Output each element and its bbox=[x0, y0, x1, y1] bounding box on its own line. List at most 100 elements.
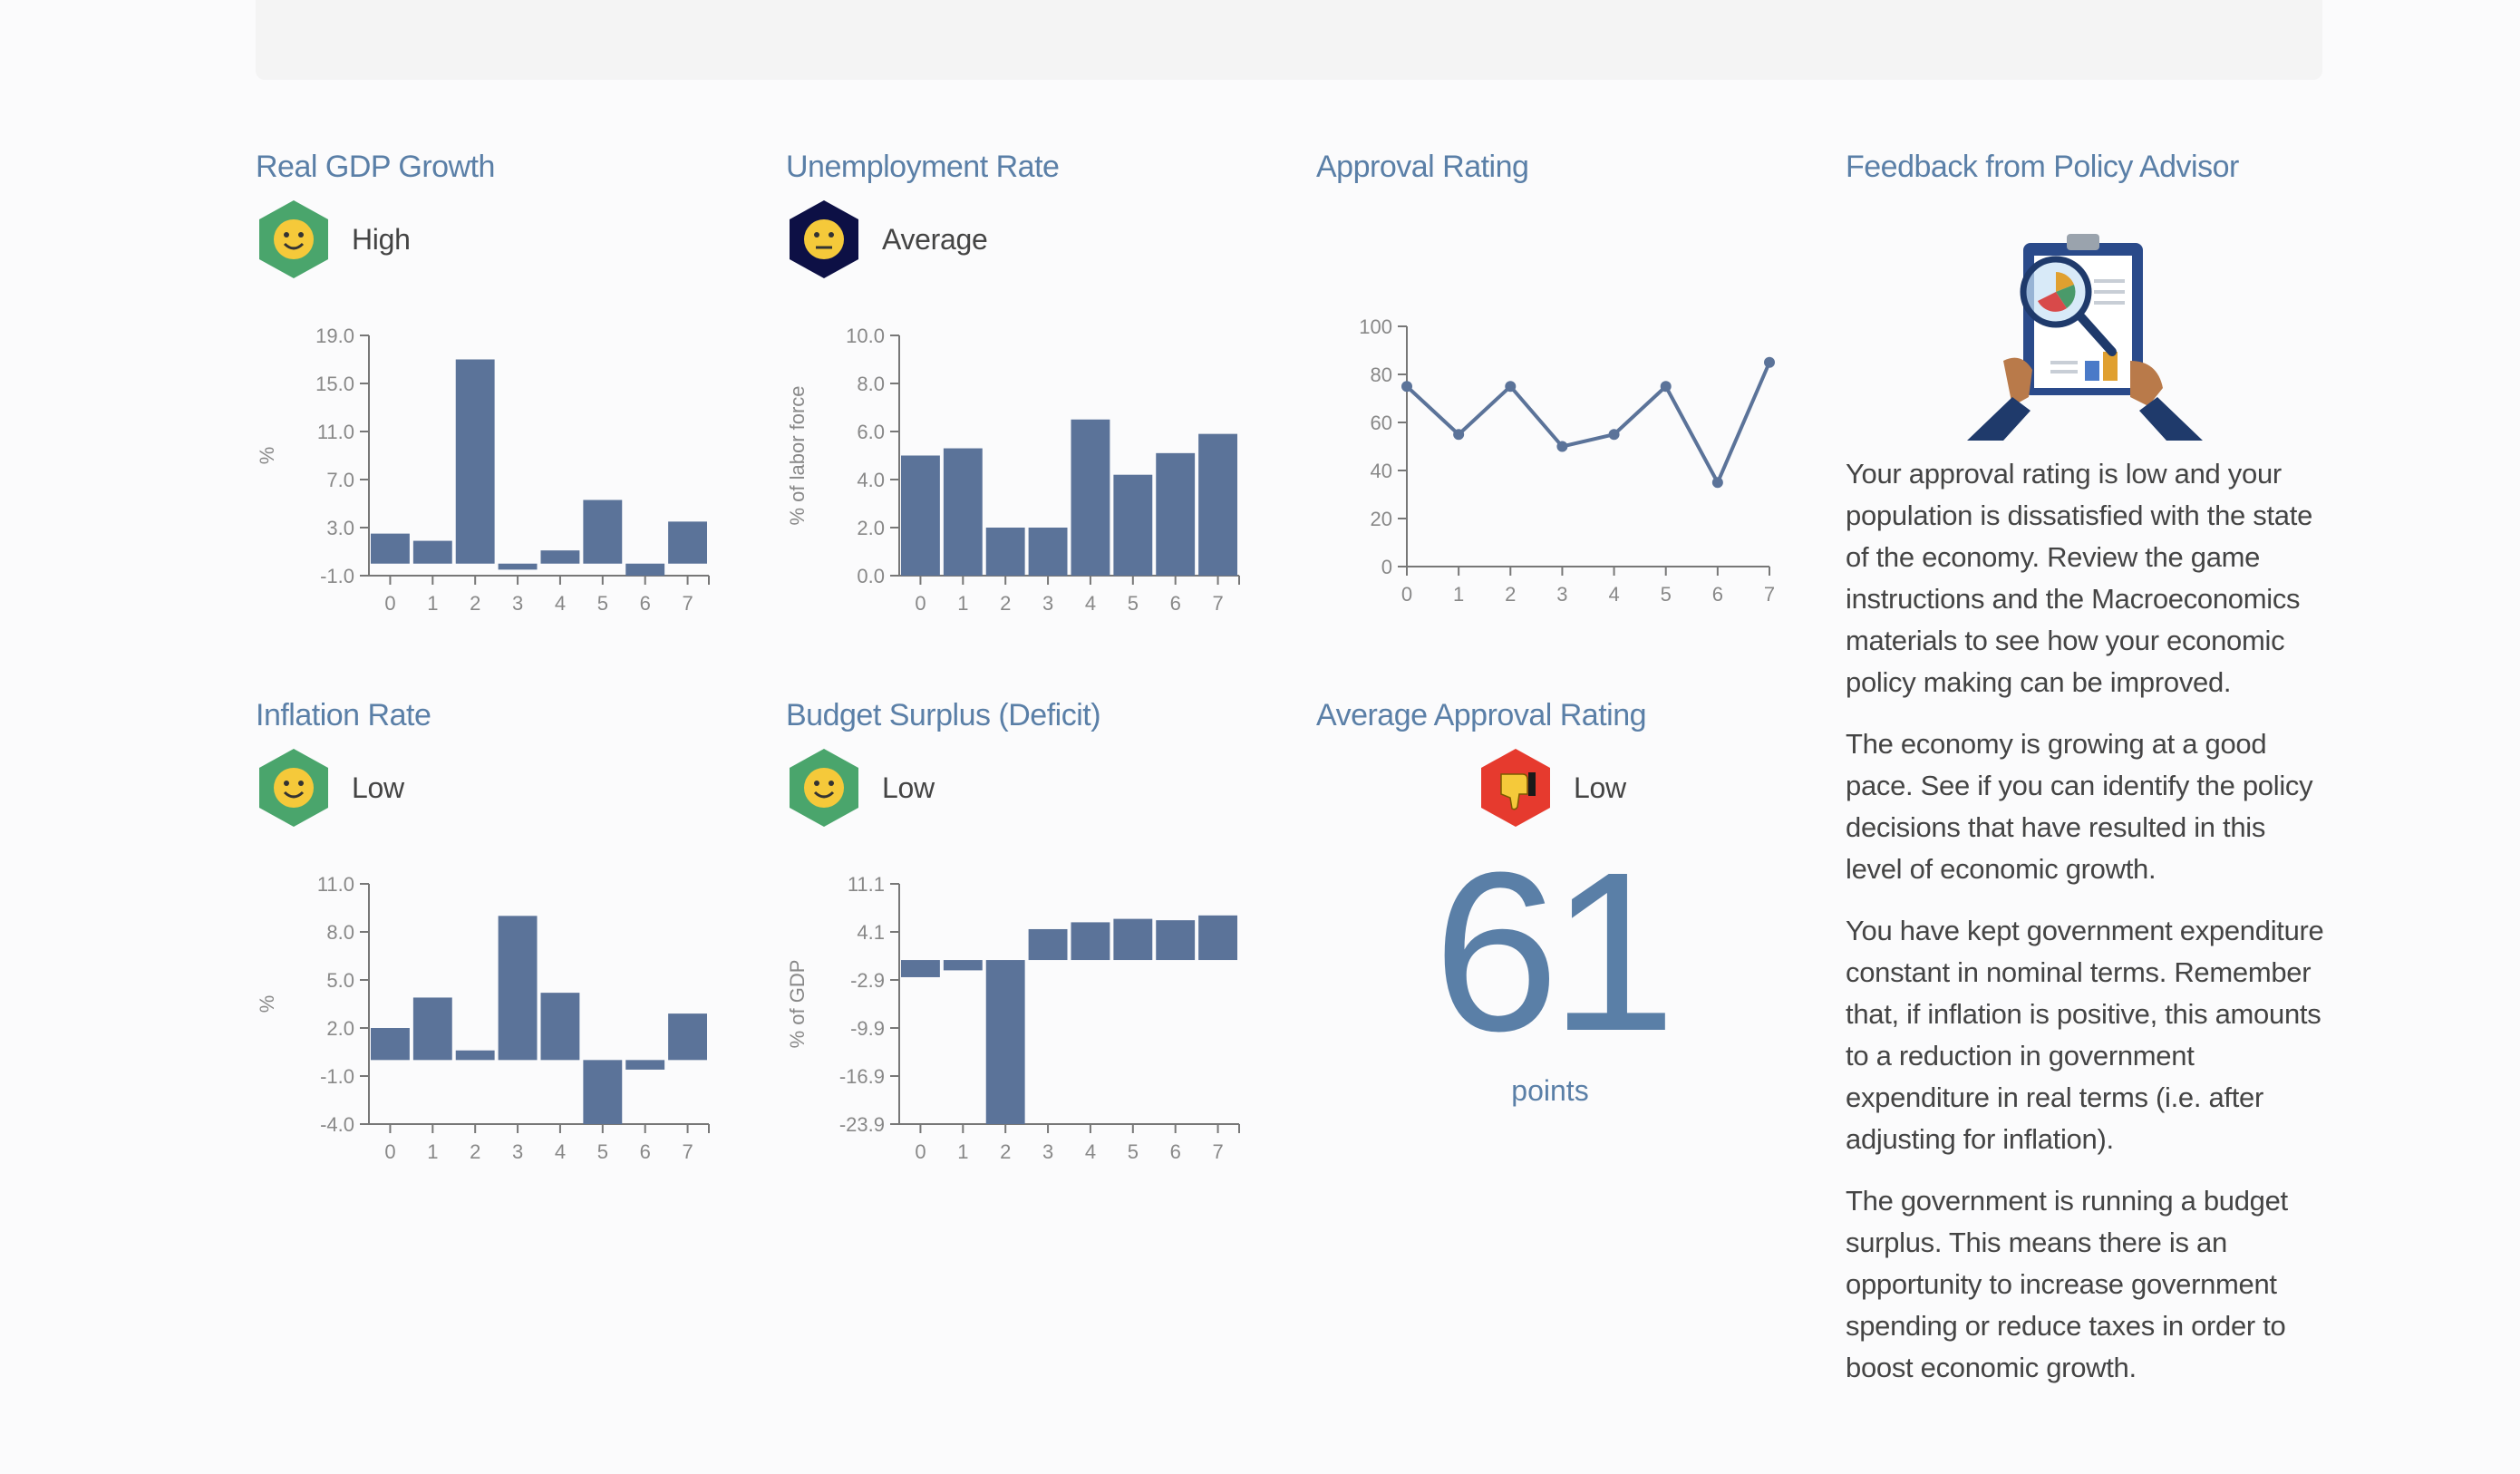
y-tick-label: 80 bbox=[1371, 364, 1392, 386]
x-tick-label: 7 bbox=[682, 592, 693, 615]
x-tick-label: 4 bbox=[1085, 1140, 1096, 1163]
panel-title: Budget Surplus (Deficit) bbox=[786, 698, 1101, 732]
bar bbox=[668, 1013, 707, 1061]
y-axis-label: % bbox=[256, 447, 278, 465]
feedback-title: Feedback from Policy Advisor bbox=[1846, 150, 2239, 184]
data-point bbox=[1401, 381, 1412, 393]
panel-inflation: Inflation Rate Low 11.0 8.0 5.0 2.0 -1.0 -4.0… bbox=[256, 698, 727, 1169]
data-point bbox=[1764, 356, 1775, 368]
x-tick-label: 6 bbox=[640, 592, 651, 615]
x-tick-label: 0 bbox=[915, 592, 926, 615]
y-tick-label: 11.1 bbox=[848, 873, 885, 896]
y-tick-label: 8.0 bbox=[857, 373, 885, 395]
bar bbox=[455, 1050, 495, 1061]
y-tick-label: 40 bbox=[1371, 460, 1392, 482]
data-point bbox=[1556, 441, 1568, 452]
rating-label: Low bbox=[882, 771, 935, 804]
data-point bbox=[1505, 381, 1517, 393]
x-tick-label: 6 bbox=[1170, 1140, 1181, 1163]
y-tick-label: 19.0 bbox=[315, 325, 354, 347]
y-tick-label: 6.0 bbox=[857, 421, 885, 443]
neutral-face-icon bbox=[790, 200, 858, 278]
bar bbox=[668, 521, 707, 564]
x-tick-label: 4 bbox=[555, 592, 566, 615]
bar bbox=[943, 960, 983, 971]
gdp-bar-chart: 19.0 15.0 11.0 7.0 3.0 -1.0% 0 1 2 3 4 5 6 7 bbox=[256, 325, 710, 615]
y-tick-label: 4.1 bbox=[857, 921, 885, 944]
y-tick-label: -2.9 bbox=[850, 969, 885, 992]
x-tick-label: 0 bbox=[1401, 583, 1412, 606]
happy-face-icon bbox=[259, 200, 328, 278]
feedback-paragraph: Your approval rating is low and your pop… bbox=[1846, 458, 2313, 698]
panel-title: Real GDP Growth bbox=[256, 150, 495, 184]
bar bbox=[1198, 915, 1237, 961]
y-tick-label: 20 bbox=[1371, 508, 1392, 530]
y-tick-label: 0.0 bbox=[857, 565, 885, 587]
x-tick-label: 5 bbox=[597, 1140, 608, 1163]
x-tick-label: 7 bbox=[682, 1140, 693, 1163]
bar bbox=[625, 563, 665, 576]
feedback-paragraph: The government is running a budget surpl… bbox=[1846, 1185, 2288, 1383]
y-tick-label: -1.0 bbox=[320, 1065, 354, 1088]
x-tick-label: 2 bbox=[470, 1140, 480, 1163]
y-tick-label: 15.0 bbox=[315, 373, 354, 395]
inflation-bar-chart: 11.0 8.0 5.0 2.0 -1.0 -4.0% 0 1 2 3 4 5 6 7 bbox=[256, 873, 710, 1163]
panel-unemployment: Unemployment Rate Average 10.0 8.0 6.0 4.0 2… bbox=[786, 150, 1257, 621]
average-approval-score: 61 bbox=[1432, 825, 1676, 1078]
x-tick-label: 5 bbox=[597, 592, 608, 615]
bar bbox=[371, 1028, 410, 1061]
y-tick-label: 60 bbox=[1371, 412, 1392, 434]
bar bbox=[498, 563, 538, 570]
x-tick-label: 7 bbox=[1764, 583, 1775, 606]
x-tick-label: 4 bbox=[1085, 592, 1096, 615]
unemployment-bar-chart: 10.0 8.0 6.0 4.0 2.0 0.0 % of labor force 0 1 2 3 4… bbox=[786, 325, 1240, 615]
bar bbox=[625, 1060, 665, 1070]
y-tick-label: -1.0 bbox=[320, 565, 354, 587]
feedback-text: Your approval rating is low and your pop… bbox=[1846, 453, 2326, 1409]
happy-face-icon bbox=[790, 749, 858, 827]
y-tick-label: 4.0 bbox=[857, 469, 885, 491]
x-tick-label: 6 bbox=[1712, 583, 1723, 606]
y-axis-label: % of labor force bbox=[786, 385, 809, 525]
y-tick-label: 2.0 bbox=[326, 1017, 354, 1040]
feedback-paragraph: You have kept government expenditure con… bbox=[1846, 915, 2324, 1155]
x-tick-label: 3 bbox=[512, 592, 523, 615]
x-tick-label: 1 bbox=[957, 1140, 968, 1163]
rating-label: Low bbox=[1574, 771, 1626, 804]
x-tick-label: 0 bbox=[915, 1140, 926, 1163]
panel-title: Average Approval Rating bbox=[1316, 698, 1647, 732]
x-tick-label: 6 bbox=[640, 1140, 651, 1163]
bar bbox=[498, 916, 538, 1061]
x-tick-label: 3 bbox=[1042, 592, 1053, 615]
y-tick-label: 10.0 bbox=[846, 325, 885, 347]
bar bbox=[412, 997, 452, 1061]
y-tick-label: -16.9 bbox=[839, 1065, 885, 1088]
feedback-panel: Feedback from Policy Advisor bbox=[1846, 150, 2326, 204]
x-tick-label: 1 bbox=[427, 592, 438, 615]
x-tick-label: 4 bbox=[1608, 583, 1619, 606]
panel-title: Inflation Rate bbox=[256, 698, 431, 732]
y-tick-label: 11.0 bbox=[317, 873, 354, 896]
score-unit: points bbox=[1511, 1074, 1589, 1107]
x-tick-label: 3 bbox=[1556, 583, 1567, 606]
data-point bbox=[1608, 429, 1620, 441]
x-tick-label: 4 bbox=[555, 1140, 566, 1163]
y-axis-label: % bbox=[256, 995, 278, 1013]
bar bbox=[985, 528, 1025, 576]
x-tick-label: 7 bbox=[1212, 1140, 1223, 1163]
y-tick-label: 8.0 bbox=[326, 921, 354, 944]
y-tick-label: 100 bbox=[1359, 315, 1392, 338]
bar bbox=[1156, 920, 1196, 961]
bar bbox=[412, 540, 452, 564]
data-point bbox=[1660, 381, 1672, 393]
rating-row: Low bbox=[786, 747, 935, 829]
clipboard-magnifier-icon bbox=[1967, 234, 2203, 441]
top-banner bbox=[256, 0, 2322, 80]
rating-label: Low bbox=[352, 771, 404, 804]
y-tick-label: 7.0 bbox=[326, 469, 354, 491]
x-tick-label: 5 bbox=[1128, 1140, 1139, 1163]
y-tick-label: -23.9 bbox=[839, 1113, 885, 1136]
budget-bar-chart: 11.1 4.1 -2.9 -9.9 -16.9 -23.9 % of GDP 0 1 2 3 4 5 6… bbox=[786, 873, 1240, 1163]
rating-label: High bbox=[352, 222, 411, 256]
rating-row: Low bbox=[1478, 747, 1626, 829]
